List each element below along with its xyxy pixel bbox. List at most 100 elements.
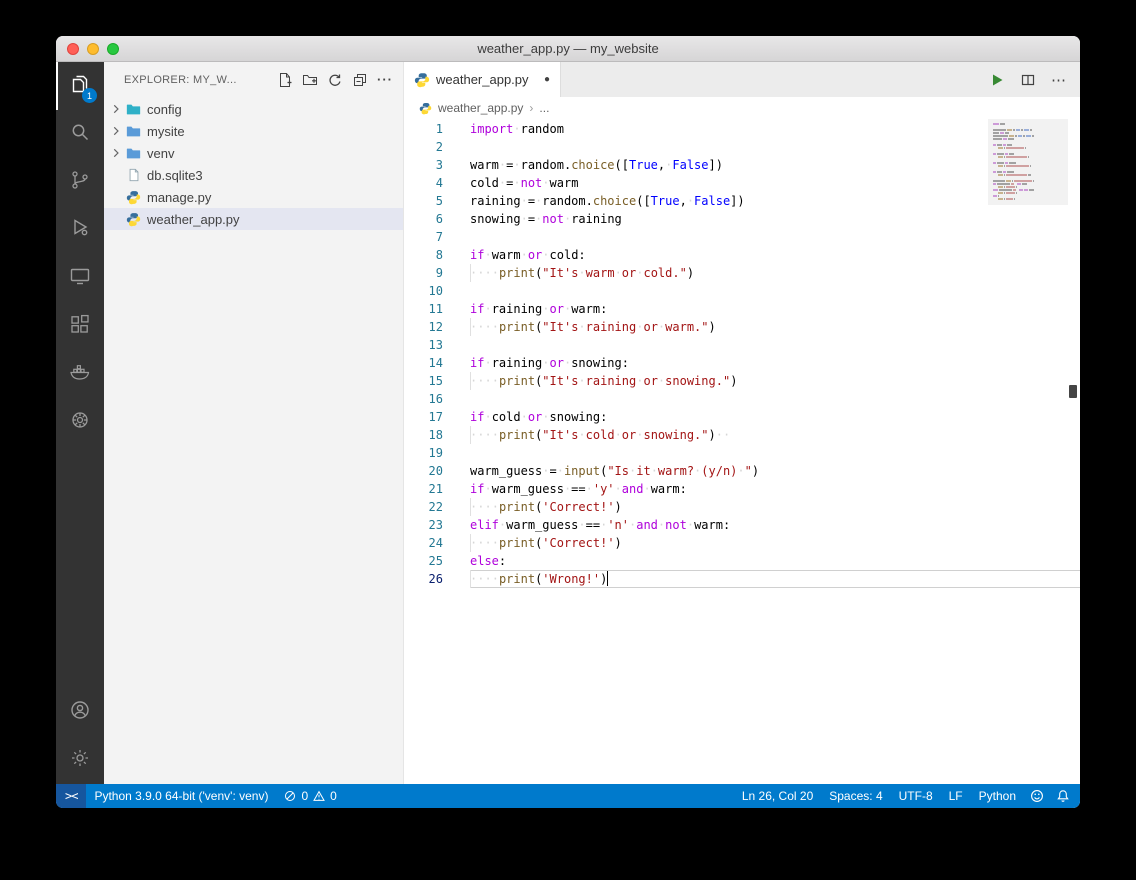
tree-item-db-sqlite3[interactable]: db.sqlite3 xyxy=(104,164,403,186)
code-token: ) xyxy=(615,536,622,550)
code-line-26[interactable]: 26····print('Wrong!') xyxy=(404,570,1080,588)
code-line-7[interactable]: 7 xyxy=(404,228,1080,246)
status-item-spaces-4[interactable]: Spaces: 4 xyxy=(821,784,890,808)
code-line-16[interactable]: 16 xyxy=(404,390,1080,408)
breadcrumb-symbol[interactable]: ... xyxy=(539,101,549,115)
activity-gear-wheel-button[interactable] xyxy=(56,398,104,446)
code-line-10[interactable]: 10 xyxy=(404,282,1080,300)
chevron-right-icon xyxy=(108,145,124,161)
tree-item-manage-py[interactable]: manage.py xyxy=(104,186,403,208)
close-window-button[interactable] xyxy=(67,43,79,55)
whitespace-dot: · xyxy=(629,464,636,478)
source-control-branch-icon xyxy=(68,168,92,197)
code-line-6[interactable]: 6 snowing·=·not·raining xyxy=(404,210,1080,228)
activity-remote-explorer-button[interactable] xyxy=(56,254,104,302)
line-number: 5 xyxy=(404,192,443,210)
minimap-slider[interactable] xyxy=(988,119,1068,205)
split-editor-button[interactable] xyxy=(1020,72,1036,88)
code-line-25[interactable]: 25else: xyxy=(404,552,1080,570)
code-line-22[interactable]: 22····print('Correct!') xyxy=(404,498,1080,516)
minimize-window-button[interactable] xyxy=(87,43,99,55)
collapse-folders-button[interactable] xyxy=(352,72,368,88)
whitespace-dot: · xyxy=(643,482,650,496)
code-line-15[interactable]: 15····print("It's·raining·or·snowing.") xyxy=(404,372,1080,390)
code-line-1[interactable]: 1import·random xyxy=(404,120,1080,138)
activity-search-button[interactable] xyxy=(56,110,104,158)
tree-item-mysite[interactable]: mysite xyxy=(104,120,403,142)
activity-source-control-button[interactable] xyxy=(56,158,104,206)
code-line-2[interactable]: 2 xyxy=(404,138,1080,156)
indent-guide xyxy=(470,570,471,588)
code-token: ) xyxy=(752,464,759,478)
folder-icon xyxy=(125,123,142,139)
chevron-right-icon xyxy=(108,123,124,139)
editor-more-actions-button[interactable]: ⋯ xyxy=(1051,71,1066,89)
code-token: print xyxy=(499,266,535,280)
tree-item-weather-app-py[interactable]: weather_app.py xyxy=(104,208,403,230)
new-folder-button[interactable] xyxy=(302,72,318,88)
minimap[interactable] xyxy=(988,119,1068,201)
notifications-bell-icon[interactable] xyxy=(1050,784,1076,808)
code-token: cold: xyxy=(550,248,586,262)
activity-run-debug-button[interactable] xyxy=(56,206,104,254)
refresh-explorer-button[interactable] xyxy=(327,72,343,88)
chevron-right-icon xyxy=(108,101,124,117)
modified-indicator[interactable]: ● xyxy=(544,74,550,85)
line-content: elif·warm_guess·==·'n'·and·not·warm: xyxy=(470,516,1080,534)
accounts-button[interactable] xyxy=(56,688,104,736)
status-item-python[interactable]: Python xyxy=(971,784,1024,808)
tree-item-label: mysite xyxy=(147,124,185,139)
tree-item-venv[interactable]: venv xyxy=(104,142,403,164)
code-line-3[interactable]: 3warm·=·random.choice([True,·False]) xyxy=(404,156,1080,174)
line-content: snowing·=·not·raining xyxy=(470,210,1080,228)
code-line-24[interactable]: 24····print('Correct!') xyxy=(404,534,1080,552)
code-line-18[interactable]: 18····print("It's·cold·or·snowing.")·· xyxy=(404,426,1080,444)
code-line-13[interactable]: 13 xyxy=(404,336,1080,354)
code-token: warm·=·random. xyxy=(470,158,571,172)
explorer-more-actions-button[interactable]: ··· xyxy=(377,75,393,85)
line-number: 10 xyxy=(404,282,443,300)
status-item-ln-26-col-20[interactable]: Ln 26, Col 20 xyxy=(734,784,821,808)
problems-status[interactable]: 0 0 xyxy=(276,784,344,808)
code-line-20[interactable]: 20warm_guess·=·input("Is·it·warm?·(y/n)·… xyxy=(404,462,1080,480)
code-line-4[interactable]: 4cold·=·not·warm xyxy=(404,174,1080,192)
code-line-5[interactable]: 5raining·=·random.choice([True,·False]) xyxy=(404,192,1080,210)
breadcrumb-file[interactable]: weather_app.py xyxy=(438,101,523,115)
feedback-smiley-icon[interactable] xyxy=(1024,784,1050,808)
code-editor[interactable]: 1import·random23warm·=·random.choice([Tr… xyxy=(404,119,1080,784)
code-line-21[interactable]: 21if·warm_guess·==·'y'·and·warm: xyxy=(404,480,1080,498)
tree-item-label: weather_app.py xyxy=(147,212,240,227)
line-number: 2 xyxy=(404,138,443,156)
code-line-11[interactable]: 11if·raining·or·warm: xyxy=(404,300,1080,318)
code-line-14[interactable]: 14if·raining·or·snowing: xyxy=(404,354,1080,372)
activity-bar: 1 xyxy=(56,62,104,784)
code-token: raining·=·random. xyxy=(470,194,593,208)
code-line-12[interactable]: 12····print("It's·raining·or·warm.") xyxy=(404,318,1080,336)
line-number: 3 xyxy=(404,156,443,174)
remote-indicator[interactable]: >< xyxy=(56,784,86,808)
code-line-9[interactable]: 9····print("It's·warm·or·cold.") xyxy=(404,264,1080,282)
code-line-23[interactable]: 23elif·warm_guess·==·'n'·and·not·warm: xyxy=(404,516,1080,534)
code-token: warm: xyxy=(571,302,607,316)
run-python-file-button[interactable] xyxy=(989,72,1005,88)
tab-weather-app-py[interactable]: weather_app.py ● xyxy=(404,62,561,97)
activity-extensions-button[interactable] xyxy=(56,302,104,350)
code-token: ) xyxy=(709,320,716,334)
line-number: 6 xyxy=(404,210,443,228)
python-interpreter-status[interactable]: Python 3.9.0 64-bit ('venv': venv) xyxy=(86,784,276,808)
activity-docker-button[interactable] xyxy=(56,350,104,398)
code-line-8[interactable]: 8if·warm·or·cold: xyxy=(404,246,1080,264)
status-item-utf-8[interactable]: UTF-8 xyxy=(891,784,941,808)
line-number: 11 xyxy=(404,300,443,318)
new-file-button[interactable] xyxy=(277,72,293,88)
whitespace-dot: · xyxy=(636,374,643,388)
status-item-lf[interactable]: LF xyxy=(941,784,971,808)
code-line-17[interactable]: 17if·cold·or·snowing: xyxy=(404,408,1080,426)
whitespace-dot: · xyxy=(651,464,658,478)
titlebar[interactable]: weather_app.py — my_website xyxy=(56,36,1080,62)
fullscreen-window-button[interactable] xyxy=(107,43,119,55)
code-line-19[interactable]: 19 xyxy=(404,444,1080,462)
activity-explorer-button[interactable]: 1 xyxy=(56,62,104,110)
tree-item-config[interactable]: config xyxy=(104,98,403,120)
manage-settings-button[interactable] xyxy=(56,736,104,784)
